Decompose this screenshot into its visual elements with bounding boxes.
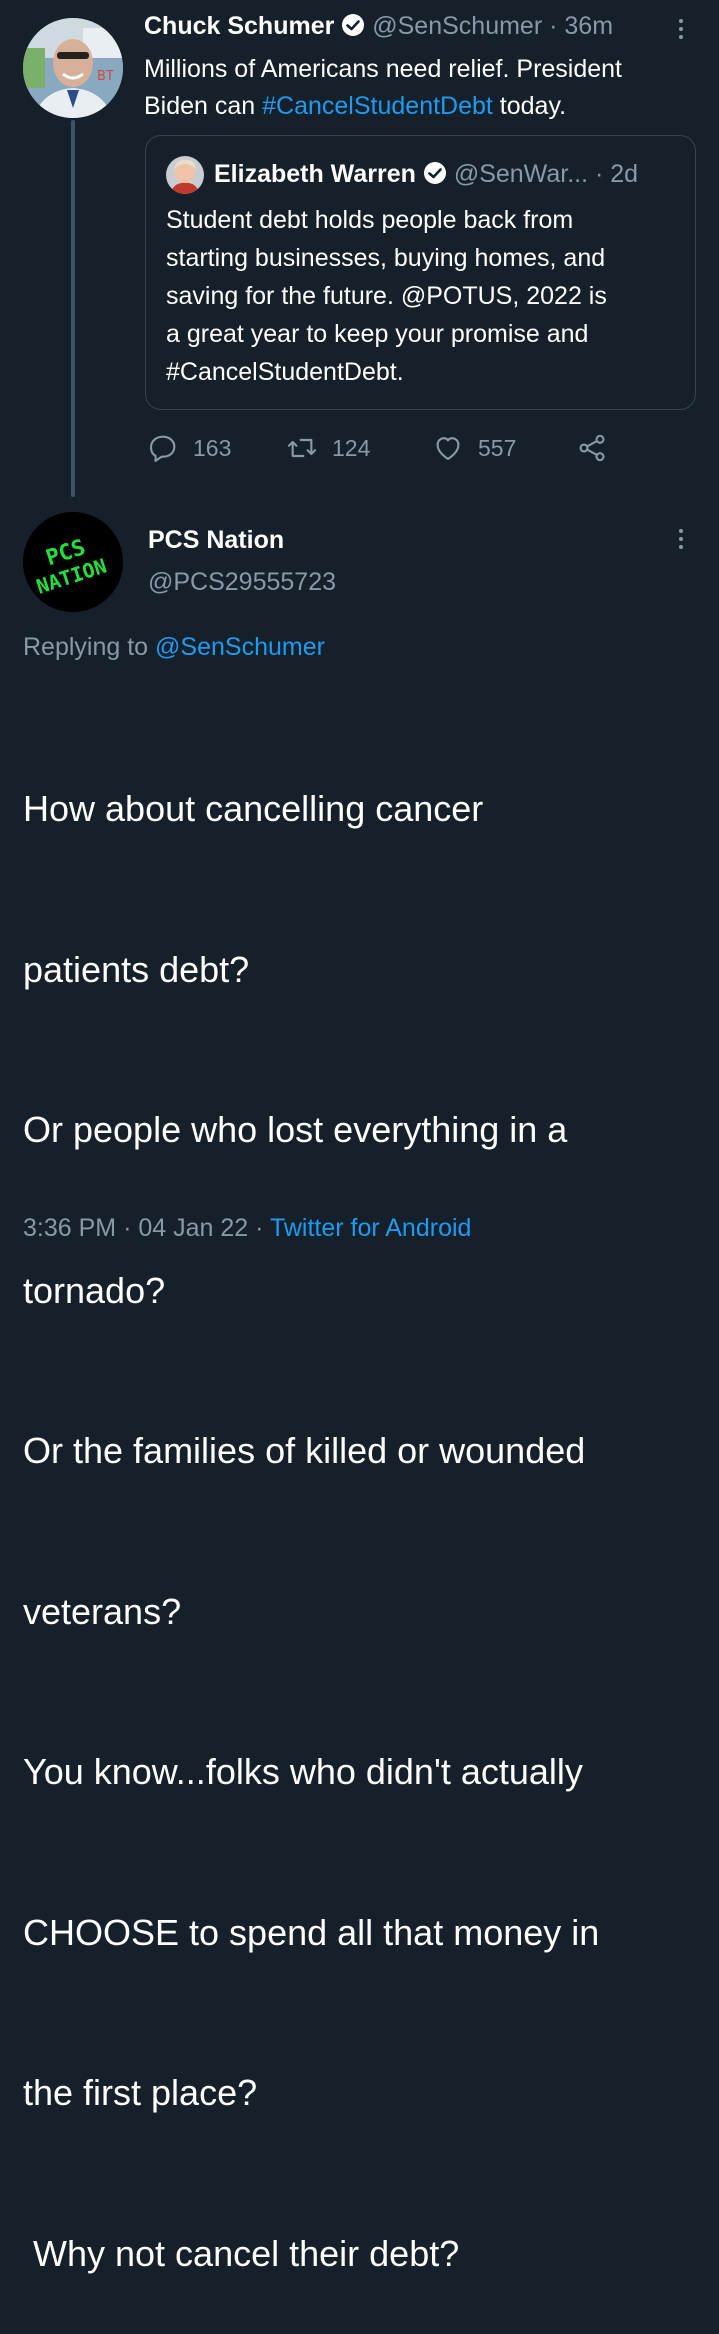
schumer-timestamp[interactable]: 36m xyxy=(564,12,613,40)
warren-timestamp: 2d xyxy=(610,160,639,188)
schumer-avatar[interactable]: BT xyxy=(23,18,123,118)
reply-count: 163 xyxy=(193,434,232,461)
tweet-text-segment: today. xyxy=(492,92,567,120)
schumer-more-options-icon[interactable] xyxy=(679,19,683,39)
schumer-display-name[interactable]: Chuck Schumer xyxy=(144,12,334,40)
reply-icon xyxy=(149,435,176,462)
separator-dot: · xyxy=(594,160,604,188)
warren-photo xyxy=(166,156,204,194)
warren-avatar[interactable] xyxy=(166,156,204,194)
tweet-body-line: Why not cancel their debt? xyxy=(23,2232,460,2274)
heart-icon xyxy=(436,437,460,460)
share-button[interactable] xyxy=(576,432,608,464)
client-source-link[interactable]: Twitter for Android xyxy=(270,1214,471,1242)
retweet-button[interactable]: 124 xyxy=(286,432,370,464)
tweet-body-line: Or people who lost everything in a xyxy=(23,1109,568,1150)
share-icon xyxy=(579,434,605,462)
pcs-nation-avatar[interactable]: PCS NATION xyxy=(23,512,123,612)
thread-connector-line xyxy=(71,120,75,497)
svg-text:BT: BT xyxy=(97,69,114,84)
pcs-tweet-body: How about cancelling cancer patients deb… xyxy=(23,675,599,2334)
verified-badge-icon xyxy=(341,13,365,44)
retweet-icon xyxy=(287,438,317,458)
tweet-time: 3:36 PM xyxy=(23,1214,117,1242)
verified-badge-icon xyxy=(423,161,447,192)
schumer-handle[interactable]: @SenSchumer xyxy=(372,12,542,40)
replying-to-label: Replying to xyxy=(23,633,156,661)
tweet-body-line: veterans? xyxy=(23,1590,182,1632)
replying-to-handle-link[interactable]: @SenSchumer xyxy=(155,633,325,661)
quoted-tweet-text: Student debt holds people back from star… xyxy=(166,201,607,391)
tweet-metadata: 3:36 PM · 04 Jan 22 · Twitter for Androi… xyxy=(23,1214,471,1243)
tweet-body-line: tornado? xyxy=(23,1269,166,1311)
retweet-count: 124 xyxy=(332,434,371,461)
warren-handle: @SenWar... xyxy=(453,160,589,188)
quoted-text-line: a great year to keep your promise and xyxy=(166,320,589,348)
schumer-tweet-text: Millions of Americans need relief. Presi… xyxy=(144,51,622,125)
hashtag-link[interactable]: #CancelStudentDebt xyxy=(262,92,493,120)
quoted-text-line: Student debt holds people back from xyxy=(166,206,574,234)
pcs-nation-logo: PCS NATION xyxy=(23,512,123,612)
tweet-date: 04 Jan 22 xyxy=(138,1214,249,1242)
quoted-header: Elizabeth Warren @SenWar... · 2d xyxy=(214,160,638,192)
tweet-body-line: patients debt? xyxy=(23,948,250,990)
separator-dot: · xyxy=(549,12,558,40)
quoted-text-line: #CancelStudentDebt. xyxy=(166,358,404,386)
tweet-body-line: How about cancelling cancer xyxy=(23,788,484,829)
tweet-body-line: You know...folks who didn't actually xyxy=(23,1751,583,1792)
tweet-text-line: Biden can #CancelStudentDebt today. xyxy=(144,88,622,125)
quoted-text-line: starting businesses, buying homes, and xyxy=(166,244,606,272)
tweet-body-line: CHOOSE to spend all that money in xyxy=(23,1911,600,1953)
warren-display-name: Elizabeth Warren xyxy=(214,160,416,188)
like-count: 557 xyxy=(478,434,517,461)
tweet-body-line: Or the families of killed or wounded xyxy=(23,1430,586,1471)
schumer-header: Chuck Schumer @SenSchumer · 36m xyxy=(144,12,613,44)
tweet-text-segment: Biden can xyxy=(144,92,263,120)
replying-to-line: Replying to @SenSchumer xyxy=(23,633,325,662)
separator-dot: · xyxy=(123,1214,132,1242)
pcs-display-name[interactable]: PCS Nation xyxy=(148,526,284,555)
pcs-more-options-icon[interactable] xyxy=(679,529,683,549)
separator-dot: · xyxy=(255,1214,264,1242)
pcs-handle[interactable]: @PCS29555723 xyxy=(148,568,336,597)
reply-button[interactable]: 163 xyxy=(147,432,231,464)
like-button[interactable]: 557 xyxy=(432,432,516,464)
schumer-photo: BT xyxy=(23,18,123,118)
tweet-body-line: the first place? xyxy=(23,2072,258,2113)
tweet-text-line: Millions of Americans need relief. Presi… xyxy=(144,55,623,83)
quoted-text-line: saving for the future. @POTUS, 2022 is xyxy=(166,282,607,310)
